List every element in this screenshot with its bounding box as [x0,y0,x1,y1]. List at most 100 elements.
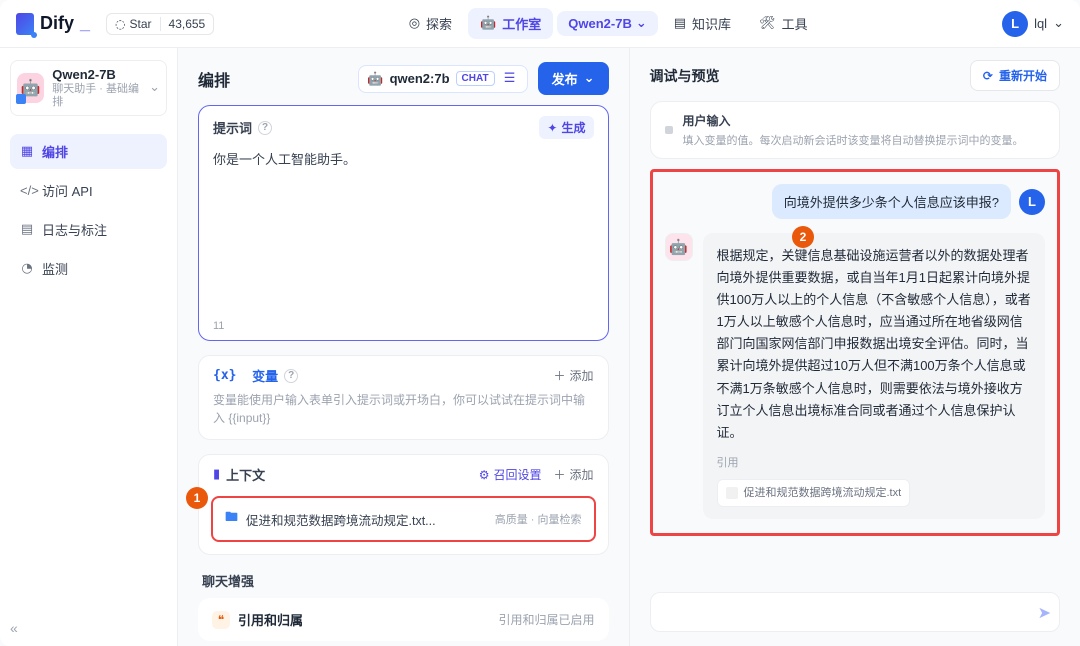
nav-studio-label: 工作室 [502,14,541,33]
chevron-down-icon: ⌄ [149,80,160,95]
chat-enhance-section: 聊天增强 ❝ 引用和归属 引用和归属已启用 [198,569,609,641]
nav-knowledge[interactable]: ▤ 知识库 [662,8,743,39]
prompt-char-count: 11 [199,320,608,340]
gauge-icon: ◔ [20,261,34,276]
chat-preview-area: 向境外提供多少条个人信息应该申报? L 🤖 根据规定，关键信息基础设施运营者以外… [650,169,1061,536]
user-name-label: lql [1034,16,1047,31]
tools-icon: 🛠 [759,16,776,31]
variables-card: {x} 变量? ＋ 添加 变量能使用户输入表单引入提示词或开场白，你可以试试在提… [198,355,609,440]
sidebar-item-label: 日志与标注 [42,220,107,239]
context-file-row[interactable]: 🖿 促进和规范数据跨境流动规定.txt... 高质量 · 向量检索 [211,496,596,542]
nav-active-app-chip[interactable]: Qwen2-7B ⌄ [557,11,657,36]
assistant-message: 根据规定，关键信息基础设施运营者以外的数据处理者向境外提供重要数据，或自当年1月… [703,233,1046,519]
citation-label: 引用和归属 [238,610,303,629]
recall-settings-button[interactable]: ⚙召回设置 [479,466,542,483]
bot-avatar-icon: 🤖 [665,233,693,261]
nav-explore-label: 探索 [426,14,452,33]
sidebar-collapse-button[interactable]: « [10,620,18,636]
add-context-button[interactable]: ＋ 添加 [553,466,593,483]
sidebar-item-label: 监测 [42,259,68,278]
layout-icon: ▦ [20,144,34,159]
app-avatar-icon: 🤖 [17,73,44,103]
top-nav: ◎ 探索 🤖 工作室 Qwen2-7B ⌄ ▤ 知识库 🛠 工具 [397,8,820,39]
callout-badge-1: 1 [186,487,208,509]
prompt-textarea[interactable] [213,149,594,309]
chat-badge: CHAT [456,71,495,86]
book-icon: ▤ [674,16,686,31]
generate-label: 生成 [561,119,585,136]
sidebar-app-sub: 聊天助手 · 基础编排 [52,83,141,109]
github-star-button[interactable]: ◌ Star 43,655 [106,13,214,35]
chevron-down-icon: ⌄ [636,16,647,31]
brand-name: Dify [40,13,74,34]
chat-input-bar: ➤ [650,592,1061,632]
add-variable-button[interactable]: ＋ 添加 [553,367,593,384]
nav-knowledge-label: 知识库 [692,14,731,33]
citation-section-label: 引用 [717,454,1032,473]
chat-input[interactable] [659,605,1038,620]
context-file-name: 促进和规范数据跨境流动规定.txt... [246,510,487,529]
model-name-label: qwen2:7b [390,71,450,86]
header-right: L lql ⌄ [1002,11,1064,37]
sidebar: 🤖 Qwen2-7B 聊天助手 · 基础编排 ⌄ ▦ 编排 </> 访问 API… [0,48,178,646]
sidebar-item-label: 访问 API [42,181,93,200]
publish-label: 发布 [552,69,578,88]
sidebar-item-api[interactable]: </> 访问 API [10,173,167,208]
citation-icon: ❝ [212,611,230,629]
chevron-down-icon: ⌄ [584,71,595,86]
prompt-label: 提示词? [213,118,272,137]
sidebar-item-orchestrate[interactable]: ▦ 编排 [10,134,167,169]
tune-icon[interactable]: ☰ [501,70,519,88]
callout-badge-2: 2 [792,226,814,248]
robot-icon: 🤖 [480,16,496,31]
user-avatar: L [1002,11,1028,37]
nav-tools[interactable]: 🛠 工具 [747,8,820,39]
citation-file-name: 促进和规范数据跨境流动规定.txt [744,484,902,503]
nav-tools-label: 工具 [782,14,808,33]
github-star-label: Star [130,17,152,31]
citation-status: 引用和归属已启用 [498,611,594,628]
user-input-desc: 填入变量的值。每次启动新会话时该变量将自动替换提示词中的变量。 [683,132,1024,148]
file-icon: ▮ [213,467,220,482]
restart-label: 重新开始 [999,67,1047,84]
logo-mark-icon [16,13,34,35]
page-title: 编排 [198,67,230,91]
restart-button[interactable]: ⟳ 重新开始 [970,60,1060,91]
brand-suffix: _ [80,13,90,34]
file-icon [726,487,738,499]
nav-explore[interactable]: ◎ 探索 [397,8,464,39]
citation-card[interactable]: ❝ 引用和归属 引用和归属已启用 [198,598,609,641]
user-avatar-icon: L [1019,189,1045,215]
assistant-message-text: 根据规定，关键信息基础设施运营者以外的数据处理者向境外提供重要数据，或自当年1月… [717,248,1031,440]
help-icon[interactable]: ? [258,121,272,135]
sparkle-icon: ✦ [547,121,557,135]
generate-prompt-button[interactable]: ✦ 生成 [539,116,593,139]
folder-icon: 🖿 [225,508,238,530]
preview-title: 调试与预览 [650,66,720,86]
sidebar-item-label: 编排 [42,142,68,161]
nav-studio[interactable]: 🤖 工作室 [468,8,553,39]
user-input-title: 用户输入 [683,112,1024,129]
brand-logo[interactable]: Dify _ [16,13,90,35]
sidebar-app-card[interactable]: 🤖 Qwen2-7B 聊天助手 · 基础编排 ⌄ [10,60,167,116]
model-provider-icon: 🤖 [367,71,383,87]
app-header: Dify _ ◌ Star 43,655 ◎ 探索 🤖 工作室 Qwen2-7B … [0,0,1080,48]
send-icon[interactable]: ➤ [1038,603,1051,622]
refresh-icon: ⟳ [983,69,993,83]
model-selector[interactable]: 🤖 qwen2:7b CHAT ☰ [358,65,527,93]
user-menu[interactable]: L lql ⌄ [1002,11,1064,37]
sidebar-item-monitor[interactable]: ◔ 监测 [10,251,167,286]
compass-icon: ◎ [409,16,420,31]
user-message: 向境外提供多少条个人信息应该申报? [772,184,1011,219]
enhance-section-label: 聊天增强 [198,569,609,598]
publish-button[interactable]: 发布 ⌄ [538,62,609,95]
citation-chip[interactable]: 促进和规范数据跨境流动规定.txt [717,479,911,508]
user-input-card[interactable]: 用户输入 填入变量的值。每次启动新会话时该变量将自动替换提示词中的变量。 [650,101,1061,159]
sidebar-item-logs[interactable]: ▤ 日志与标注 [10,212,167,247]
code-icon: </> [20,183,34,198]
context-card: ▮ 上下文 ⚙召回设置 ＋ 添加 🖿 促进和规范数据跨境流动规定.txt... [198,454,609,555]
vars-label: {x} 变量? [213,366,298,385]
sidebar-app-name: Qwen2-7B [52,67,141,83]
github-icon: ◌ [115,17,125,31]
help-icon[interactable]: ? [284,369,298,383]
